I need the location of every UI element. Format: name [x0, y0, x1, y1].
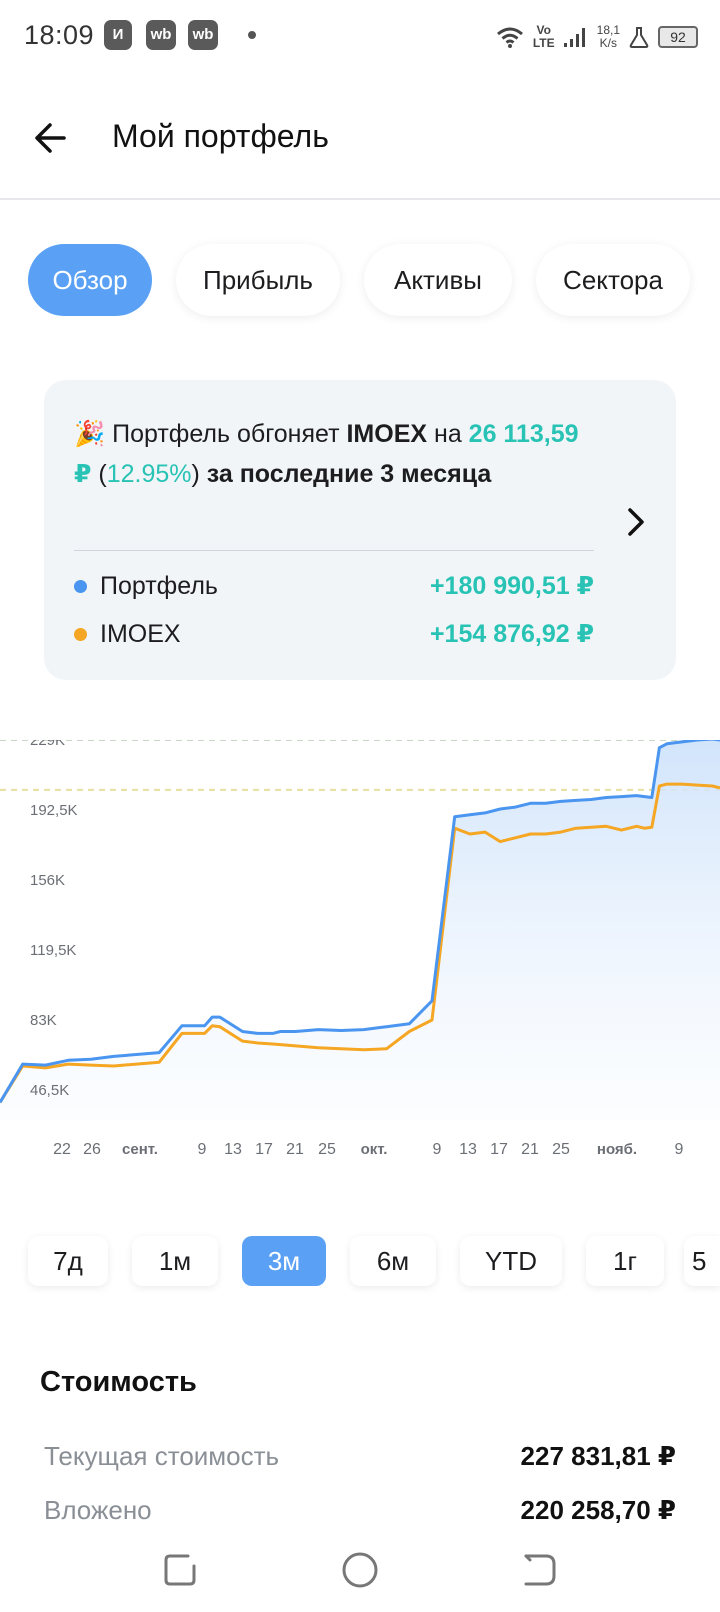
party-icon: 🎉: [74, 420, 106, 448]
x-tick-label: 22: [53, 1141, 71, 1158]
wifi-icon: [496, 27, 523, 48]
x-tick-label: 21: [286, 1141, 304, 1158]
y-tick-label: 192,5K: [30, 802, 78, 819]
x-tick-label: окт.: [361, 1141, 388, 1158]
chart-canvas: 229K192,5K156K119,5K83K46,5K 22 26 сент. 9 1…: [0, 740, 720, 1158]
system-nav-bar: [0, 1530, 720, 1612]
x-tick-label: 25: [318, 1141, 336, 1158]
portfolio-gain: +180 990,51 ₽: [429, 572, 594, 600]
x-tick-label: 9: [198, 1141, 207, 1158]
y-tick-label: 156K: [30, 872, 65, 889]
chevron-right-icon[interactable]: [622, 502, 650, 542]
x-tick-label: 17: [255, 1141, 273, 1158]
period-7d[interactable]: 7д: [28, 1236, 108, 1286]
tab-overview[interactable]: Обзор: [28, 244, 152, 316]
period-ytd[interactable]: YTD: [460, 1236, 562, 1286]
status-indicators: Vo LTE 18,1 K/s 92: [495, 20, 698, 54]
period-selector: 7д 1м 3м 6м YTD 1г 5: [0, 1236, 720, 1286]
network-speed: 18,1 K/s: [596, 23, 620, 50]
y-tick-label: 83K: [30, 1012, 57, 1029]
x-tick-label: 25: [552, 1141, 570, 1158]
app-notification-icon: И: [104, 20, 132, 50]
status-time: 18:09: [24, 20, 95, 50]
battery-icon: 92: [658, 26, 698, 48]
tab-assets[interactable]: Активы: [364, 244, 512, 316]
x-tick-label: 13: [459, 1141, 477, 1158]
current-value: 227 831,81 ₽: [520, 1441, 676, 1471]
card-divider: [74, 550, 594, 551]
signal-icon: [563, 28, 585, 47]
x-tick-label: 21: [521, 1141, 539, 1158]
x-tick-label: нояб.: [597, 1141, 637, 1158]
period-6m[interactable]: 6м: [350, 1236, 436, 1286]
outperform-percent: 12.95%: [106, 460, 192, 488]
y-tick-label: 119,5K: [30, 942, 76, 959]
flask-icon: [629, 27, 649, 48]
x-tick-label: 13: [224, 1141, 242, 1158]
benchmark-message: 🎉 Портфель обгоняет IMOEX на 26 113,59 ₽…: [74, 420, 579, 488]
current-value-row: Текущая стоимость 227 831,81 ₽: [44, 1436, 676, 1476]
legend-imoex: IMOEX +154 876,92 ₽: [74, 614, 594, 654]
imoex-dot-icon: [74, 628, 87, 641]
page-title: Мой портфель: [112, 118, 329, 154]
network-type: Vo LTE: [532, 23, 555, 50]
more-notifications-dot: [248, 31, 256, 39]
period-1m[interactable]: 1м: [132, 1236, 218, 1286]
app-header: Мой портфель: [0, 74, 720, 200]
legend-portfolio: Портфель +180 990,51 ₽: [74, 566, 594, 606]
x-tick-label: 9: [675, 1141, 684, 1158]
tab-sectors[interactable]: Сектора: [536, 244, 690, 316]
imoex-gain: +154 876,92 ₽: [429, 620, 594, 648]
tab-profit[interactable]: Прибыль: [176, 244, 340, 316]
home-circle-icon[interactable]: [338, 1548, 382, 1592]
status-bar: 18:09 И wb wb Vo LTE 18,1 K/s 92: [0, 0, 720, 74]
benchmark-card[interactable]: 🎉 Портфель обгоняет IMOEX на 26 113,59 ₽…: [44, 380, 676, 680]
x-tick-label: сент.: [122, 1141, 158, 1158]
back-gesture-icon[interactable]: [518, 1548, 562, 1592]
wb-notification-icon-2: wb: [188, 20, 218, 50]
index-name: IMOEX: [346, 420, 428, 448]
wb-notification-icon: wb: [146, 20, 176, 50]
invested-value: 220 258,70 ₽: [520, 1495, 676, 1525]
portfolio-dot-icon: [74, 580, 87, 593]
y-tick-label: 46,5K: [30, 1082, 69, 1099]
period-5y[interactable]: 5: [684, 1236, 720, 1286]
invested-row: Вложено 220 258,70 ₽: [44, 1490, 676, 1530]
recents-icon[interactable]: [158, 1548, 202, 1592]
x-tick-label: 17: [490, 1141, 508, 1158]
arrow-left-icon[interactable]: [30, 116, 74, 160]
x-tick-label: 26: [83, 1141, 101, 1158]
x-tick-label: 9: [433, 1141, 442, 1158]
value-section-title: Стоимость: [40, 1366, 197, 1398]
performance-chart[interactable]: 229K 192,5K 156K 119,5K 83K 46,5K 22 26 сент. 9 1…: [0, 740, 720, 1200]
y-tick-label: 229K: [30, 740, 65, 749]
period-1y[interactable]: 1г: [586, 1236, 664, 1286]
section-tabs: Обзор Прибыль Активы Сектора: [0, 244, 720, 316]
period-3m[interactable]: 3м: [242, 1236, 326, 1286]
